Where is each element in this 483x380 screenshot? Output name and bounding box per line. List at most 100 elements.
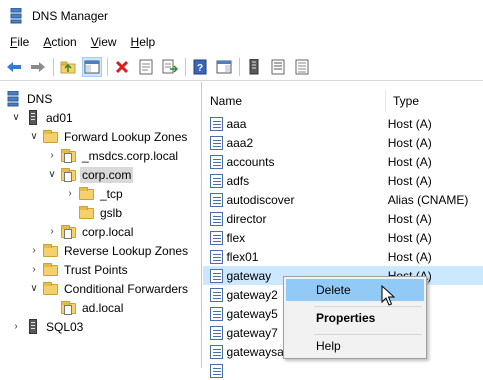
folder-icon	[43, 281, 59, 297]
record-icon	[210, 230, 224, 245]
tree-item-ad-local[interactable]: ad.local	[46, 298, 125, 317]
menu-help-accel: H	[130, 35, 140, 49]
chevron-right-icon[interactable]: ›	[28, 264, 40, 276]
tree-item-label: _tcp	[100, 186, 123, 201]
delete-icon[interactable]	[112, 57, 132, 77]
record-icon	[210, 325, 224, 340]
toolbar-separator	[239, 57, 240, 76]
menu-action[interactable]: Action	[36, 31, 83, 53]
record-row[interactable]: aaa2 Host (A)	[203, 133, 483, 152]
record-icon	[210, 173, 224, 188]
console-tree[interactable]: DNS ∨ ad01 ∨ Forward Lookup Zones › _msd…	[0, 82, 202, 368]
details-icon[interactable]	[292, 57, 312, 77]
chevron-down-icon[interactable]: ∨	[28, 131, 40, 143]
menu-bar: File Action View Help	[0, 31, 483, 53]
tree-item-label: gslb	[100, 205, 123, 220]
chevron-down-icon[interactable]: ∨	[46, 169, 58, 181]
menu-file-label: ile	[17, 35, 30, 49]
tree-item-trust-points[interactable]: › Trust Points	[28, 260, 130, 279]
record-name: autodiscover	[226, 192, 295, 207]
console-icon[interactable]	[214, 57, 234, 77]
tree-item-gslb[interactable]: gslb	[64, 203, 124, 222]
zone-icon	[61, 300, 77, 316]
record-name: aaa	[226, 116, 247, 131]
tree-item-conditional-forwarders[interactable]: ∨ Conditional Forwarders	[28, 279, 190, 298]
tree-item-corp-local[interactable]: › corp.local	[46, 222, 135, 241]
help-icon[interactable]: ?	[190, 57, 210, 77]
record-row[interactable]	[203, 361, 483, 380]
context-menu-help[interactable]: Help	[286, 335, 424, 357]
tree-item-label: _msdcs.corp.local	[82, 148, 179, 163]
list-header: Name Type	[203, 90, 483, 112]
record-type: Host (A)	[387, 173, 432, 188]
record-type: Alias (CNAME)	[387, 192, 469, 207]
tree-item-label: Conditional Forwarders	[64, 281, 189, 296]
tree-item-tcp[interactable]: › _tcp	[64, 184, 125, 203]
tree-item-label: Reverse Lookup Zones	[64, 243, 189, 258]
column-header-name[interactable]: Name	[203, 90, 386, 112]
chevron-down-icon[interactable]: ∨	[10, 112, 22, 124]
context-menu-properties[interactable]: Properties	[286, 307, 424, 329]
toolbar-separator	[53, 57, 54, 76]
record-row[interactable]: director Host (A)	[203, 209, 483, 228]
menu-help-label: elp	[139, 35, 156, 49]
chevron-right-icon[interactable]: ›	[10, 321, 22, 333]
record-icon	[210, 268, 224, 283]
export-list-icon[interactable]	[160, 57, 180, 77]
record-icon	[210, 135, 224, 150]
tree-item-ad01[interactable]: ∨ ad01	[10, 108, 75, 127]
tree-item-label: corp.com	[80, 166, 134, 183]
toolbar-separator	[107, 57, 108, 76]
chevron-right-icon[interactable]: ›	[46, 150, 58, 162]
folder-icon	[79, 205, 95, 221]
context-menu-delete[interactable]: Delete	[286, 279, 424, 301]
chevron-right-icon[interactable]: ›	[64, 188, 76, 200]
tree-item-forward-lookup-zones[interactable]: ∨ Forward Lookup Zones	[28, 127, 189, 146]
chevron-right-icon[interactable]: ›	[28, 245, 40, 257]
menu-help[interactable]: Help	[124, 31, 163, 53]
record-row[interactable]: aaa Host (A)	[203, 114, 483, 133]
record-name: accounts	[226, 154, 275, 169]
list-icon[interactable]	[268, 57, 288, 77]
dns-icon	[6, 90, 22, 107]
record-icon	[210, 116, 224, 131]
tree-item-label: SQL03	[46, 319, 84, 334]
record-row[interactable]: flex01 Host (A)	[203, 247, 483, 266]
record-row[interactable]: accounts Host (A)	[203, 152, 483, 171]
record-row[interactable]: flex Host (A)	[203, 228, 483, 247]
show-hide-tree-icon[interactable]	[82, 56, 102, 77]
tree-item-msdcs-corp-local[interactable]: › _msdcs.corp.local	[46, 146, 180, 165]
menu-action-label: ction	[51, 35, 77, 49]
zone-icon	[61, 167, 77, 183]
tree-item-sql03[interactable]: › SQL03	[10, 317, 85, 336]
tree-item-label: Forward Lookup Zones	[64, 129, 188, 144]
record-type: Host (A)	[387, 154, 432, 169]
server-icon[interactable]	[244, 57, 264, 77]
record-name: flex	[226, 230, 246, 245]
record-icon	[210, 363, 224, 378]
tree-item-corp-com[interactable]: ∨ corp.com	[46, 165, 134, 184]
chevron-right-icon[interactable]: ›	[46, 226, 58, 238]
forward-icon[interactable]	[28, 57, 48, 77]
chevron-down-icon[interactable]: ∨	[28, 283, 40, 295]
record-row[interactable]: autodiscover Alias (CNAME)	[203, 190, 483, 209]
record-type: Host (A)	[387, 230, 432, 245]
chevron-placeholder	[64, 207, 76, 219]
folder-icon	[43, 243, 59, 259]
menu-view[interactable]: View	[84, 31, 124, 53]
folder-icon	[43, 262, 59, 278]
menu-file[interactable]: File	[0, 31, 36, 53]
record-icon	[210, 287, 224, 302]
record-type: Host (A)	[387, 116, 432, 131]
tree-item-reverse-lookup-zones[interactable]: › Reverse Lookup Zones	[28, 241, 190, 260]
zone-icon	[61, 224, 77, 240]
properties-icon[interactable]	[136, 57, 156, 77]
record-row[interactable]: adfs Host (A)	[203, 171, 483, 190]
column-header-type[interactable]: Type	[386, 90, 483, 112]
title-bar: DNS Manager	[0, 0, 483, 31]
record-icon	[210, 306, 224, 321]
back-icon[interactable]	[4, 57, 24, 77]
tree-item-dns[interactable]: DNS	[4, 89, 54, 108]
up-folder-icon[interactable]	[58, 57, 78, 77]
context-menu: Delete Properties Help	[283, 276, 427, 359]
